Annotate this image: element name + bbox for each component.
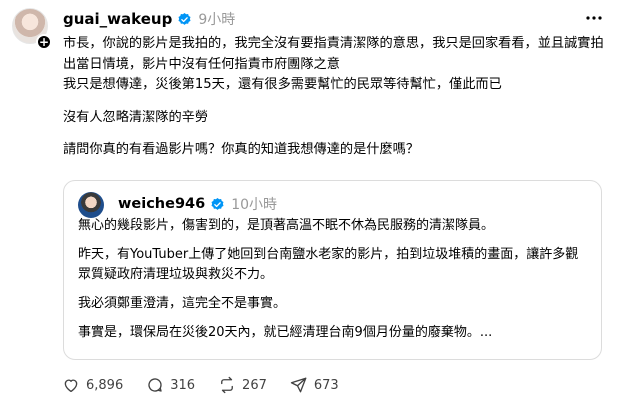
quoted-header: weiche946 10小時	[118, 194, 277, 214]
quoted-paragraph: 我必須鄭重澄清，這完全不是事實。	[78, 296, 287, 311]
verified-badge-icon	[211, 197, 224, 210]
share-count: 673	[313, 377, 339, 393]
like-count: 6,896	[86, 377, 124, 393]
comment-button[interactable]: 316	[146, 376, 195, 394]
share-icon	[290, 377, 307, 393]
post-time: 9小時	[198, 12, 236, 28]
quoted-avatar[interactable]	[78, 192, 104, 218]
like-button[interactable]: 6,896	[62, 376, 123, 394]
heart-icon	[64, 379, 78, 393]
thread-post: + guai_wakeup 9小時 市長，你說的影片是我拍的，我完全沒有要指責清…	[0, 0, 624, 400]
quoted-paragraph: 無心的幾段影片，傷害到的，是頂著高溫不眠不休為民服務的清潔隊員。	[78, 218, 495, 233]
quoted-time: 10小時	[231, 197, 278, 213]
share-button[interactable]: 673	[290, 376, 339, 394]
post-paragraph: 市長，你說的影片是我拍的，我完全沒有要指責清潔隊的意思，我只是回家看看，並且誠實…	[63, 36, 604, 72]
quoted-body: 無心的幾段影片，傷害到的，是頂著高溫不眠不休為民服務的清潔隊員。 昨天，有You…	[78, 216, 590, 352]
repost-count: 267	[242, 377, 267, 393]
quoted-post[interactable]: weiche946 10小時 無心的幾段影片，傷害到的，是頂著高溫不眠不休為民服…	[63, 180, 602, 360]
repost-button[interactable]: 267	[218, 376, 267, 394]
repost-icon	[221, 376, 233, 394]
post-header: guai_wakeup 9小時	[63, 9, 235, 29]
quoted-paragraph: 昨天，有YouTuber上傳了她回到台南鹽水老家的影片，拍到垃圾堆積的畫面，讓許…	[78, 247, 579, 282]
username[interactable]: guai_wakeup	[63, 10, 172, 28]
post-paragraph: 我只是想傳達，災後第15天，還有很多需要幫忙的民眾等待幫忙，僅此而已	[63, 77, 502, 92]
more-options-icon[interactable]	[584, 10, 604, 26]
comment-icon	[148, 378, 162, 392]
follow-plus-icon[interactable]: +	[36, 34, 52, 50]
post-paragraph: 沒有人忽略清潔隊的辛勞	[63, 109, 209, 125]
comment-count: 316	[170, 377, 196, 393]
post-paragraph: 請問你真的有看過影片嗎？你真的知道我想傳達的是什麼嗎？	[63, 142, 420, 157]
quoted-username[interactable]: weiche946	[118, 196, 205, 212]
action-bar: 6,896 316 267 673	[62, 374, 362, 396]
verified-badge-icon	[178, 12, 191, 25]
post-body: 市長，你說的影片是我拍的，我完全沒有要指責清潔隊的意思，我只是回家看看，並且誠實…	[63, 34, 608, 161]
quoted-paragraph: 事實是，環保局在災後20天內，就已經清理台南9個月份量的廢棄物。...	[78, 325, 493, 340]
